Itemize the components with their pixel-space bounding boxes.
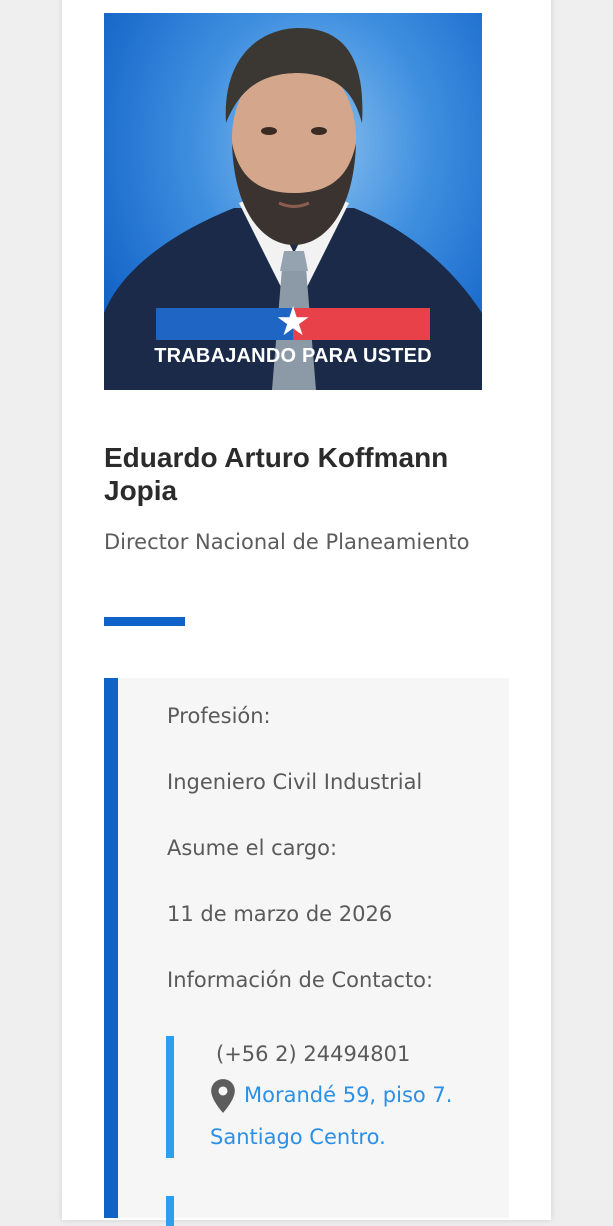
flag-red-stripe: [293, 308, 430, 340]
address-link-line2[interactable]: Santiago Centro.: [210, 1125, 386, 1149]
address-link-line1[interactable]: Morandé 59, piso 7.: [244, 1083, 452, 1107]
contact-label: Información de Contacto:: [167, 968, 434, 992]
photo-slogan: TRABAJANDO PARA USTED: [154, 345, 432, 367]
chile-flag-banner: ★: [156, 302, 430, 342]
profession-label: Profesión:: [167, 704, 271, 728]
profession-value: Ingeniero Civil Industrial: [167, 770, 423, 794]
details-panel: Profesión: Ingeniero Civil Industrial As…: [104, 678, 509, 1226]
phone-number[interactable]: (+56 2) 24494801: [216, 1042, 410, 1066]
section-divider: [104, 617, 185, 626]
start-label: Asume el cargo:: [167, 836, 338, 860]
next-contact-block-edge: [166, 1196, 174, 1226]
star-icon: ★: [275, 299, 311, 345]
start-value: 11 de marzo de 2026: [167, 902, 393, 926]
contact-block: (+56 2) 24494801 Morandé 59, piso 7. San…: [166, 1036, 504, 1158]
flag-blue-stripe: [156, 308, 293, 340]
profile-photo: ★ TRABAJANDO PARA USTED: [104, 13, 482, 390]
person-name: Eduardo Arturo Koffmann Jopia: [104, 442, 449, 506]
location-pin-icon: [211, 1079, 235, 1113]
person-role: Director Nacional de Planeamiento: [104, 530, 470, 554]
